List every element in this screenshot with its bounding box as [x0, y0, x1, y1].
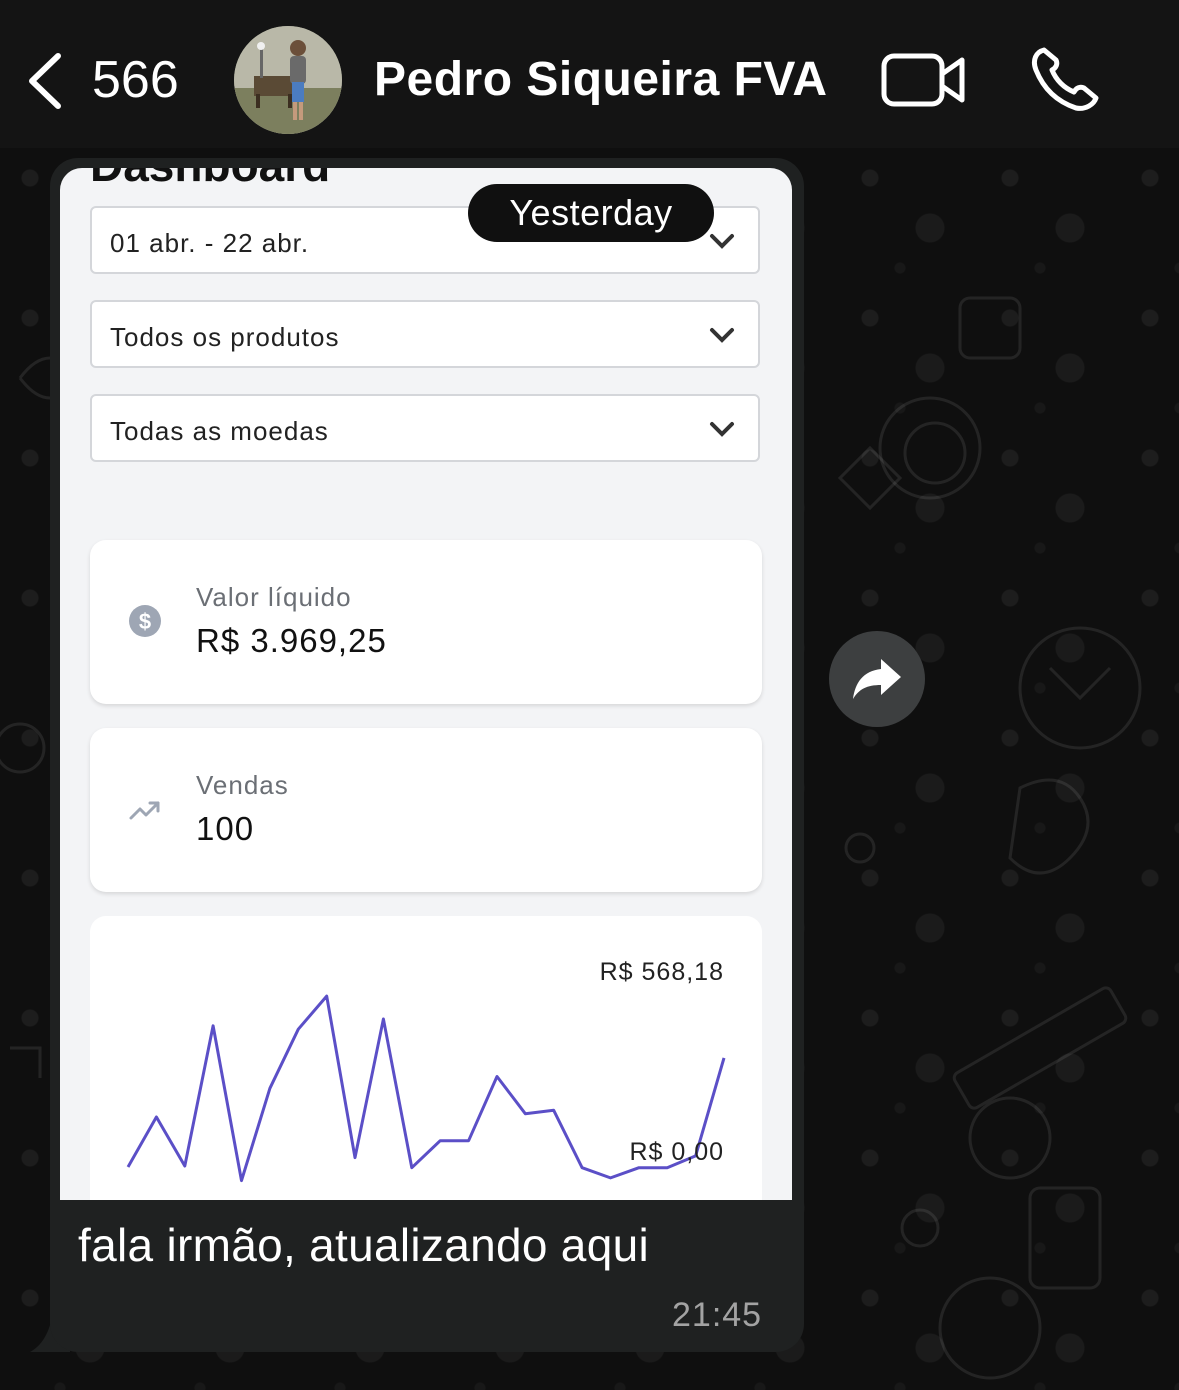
currency-select: Todas as moedas [90, 394, 760, 462]
sales-chart-card: R$ 568,18 R$ 0,00 [90, 916, 762, 1200]
date-separator: Yesterday [468, 184, 714, 242]
dashboard-title: Dashboard [90, 168, 330, 192]
voice-call-icon[interactable] [1030, 46, 1100, 112]
net-value-amount: R$ 3.969,25 [196, 622, 387, 659]
select-label: Todas as moedas [110, 416, 329, 446]
sales-label: Vendas [196, 770, 289, 800]
product-select: Todos os produtos [90, 300, 760, 368]
chart-y-min-label: R$ 0,00 [629, 1138, 724, 1166]
avatar-photo [234, 26, 342, 134]
chevron-down-icon [710, 234, 734, 249]
contact-name[interactable]: Pedro Siqueira FVA [374, 52, 828, 107]
select-label: Todos os produtos [110, 322, 340, 352]
trending-up-icon [129, 801, 160, 820]
net-value-card: $ Valor líquido R$ 3.969,25 [90, 540, 762, 704]
message-image[interactable]: Dashboard 01 abr. - 22 abr. Todos os pro… [60, 168, 792, 1200]
chevron-left-icon[interactable] [24, 52, 64, 110]
chevron-down-icon [710, 422, 734, 437]
message-time: 21:45 [672, 1296, 763, 1334]
video-call-icon[interactable] [880, 52, 966, 108]
dollar-circle-icon: $ [129, 605, 161, 637]
sales-count: 100 [196, 810, 255, 847]
chat-header: 566 Pedro Siqueira FVA [0, 0, 1179, 148]
select-label: 01 abr. - 22 abr. [110, 228, 310, 258]
forward-button[interactable] [829, 631, 925, 727]
forward-icon [853, 659, 901, 699]
sales-card: Vendas 100 [90, 728, 762, 892]
contact-avatar[interactable] [234, 26, 342, 134]
net-value-label: Valor líquido [196, 582, 352, 612]
svg-text:$: $ [139, 609, 151, 634]
message-text: fala irmão, atualizando aqui [78, 1219, 649, 1271]
chart-y-max-label: R$ 568,18 [599, 958, 724, 986]
chevron-down-icon [710, 328, 734, 343]
unread-count[interactable]: 566 [92, 50, 179, 110]
